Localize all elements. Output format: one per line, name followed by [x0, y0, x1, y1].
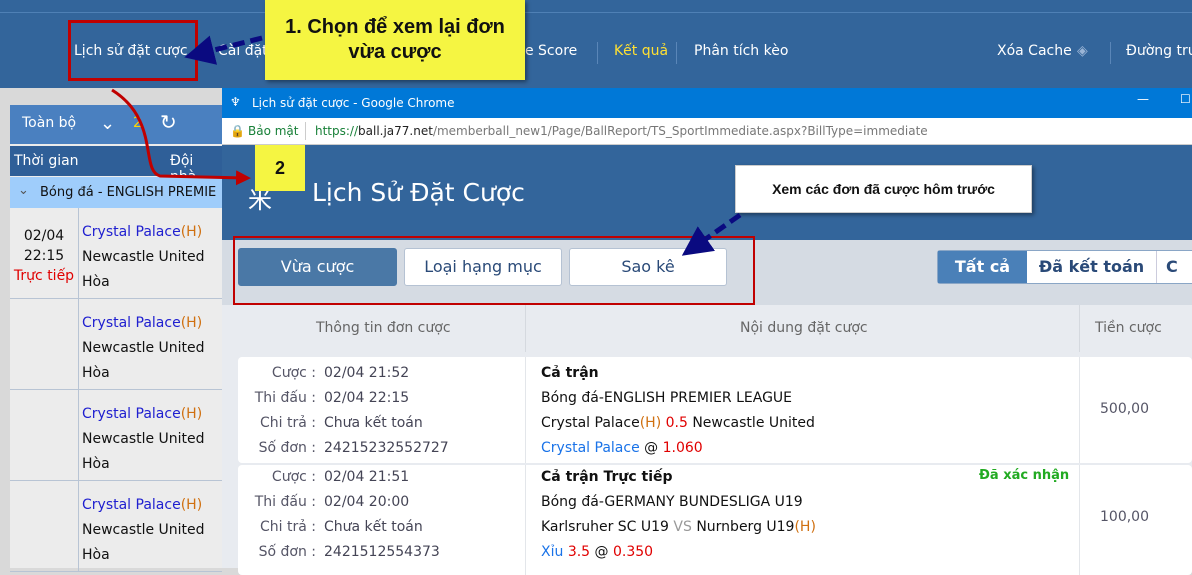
- arrow-step2: [111, 88, 251, 186]
- annotation-arrows: [111, 35, 742, 256]
- arrow-callout: [681, 212, 742, 256]
- arrow-step1: [184, 35, 263, 65]
